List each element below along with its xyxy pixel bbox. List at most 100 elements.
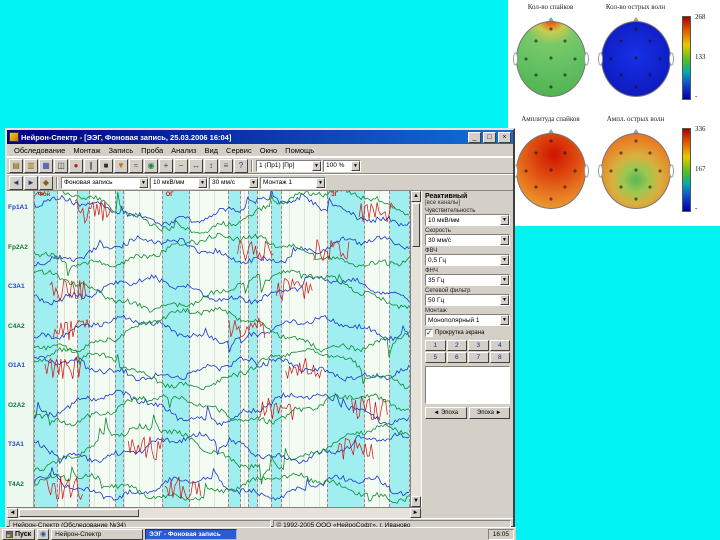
start-button[interactable]: Пуск — [2, 528, 36, 540]
channel-button-7[interactable]: 7 — [468, 352, 489, 363]
zoom-combo[interactable]: 100 % ▼ — [323, 159, 361, 172]
fit-height-icon[interactable]: ↕ — [204, 158, 218, 173]
channel-label[interactable]: Fp1A1 — [8, 204, 28, 211]
speed-combo[interactable]: 30 мм/с ▼ — [209, 176, 259, 189]
zoom-in-icon[interactable]: + — [159, 158, 173, 173]
ruler-icon[interactable]: ◆ — [39, 175, 53, 190]
panel-header: Реактивный — [425, 193, 468, 200]
fit-width-icon[interactable]: ↔ — [189, 158, 203, 173]
probe-combo[interactable]: Фоновая запись ▼ — [61, 176, 149, 189]
channel-button-8[interactable]: 8 — [489, 352, 510, 363]
taskbar-task-eeg-record[interactable]: ЭЭГ - Фоновая запись — [145, 528, 238, 540]
quick-launch-icon[interactable]: ◉ — [37, 528, 50, 540]
eeg-trace-plot[interactable]: Фон ОГ ЗГ — [34, 191, 410, 507]
vertical-scroll-thumb[interactable] — [412, 203, 420, 247]
scroll-right-icon[interactable]: ► — [410, 508, 421, 518]
electrode-dot — [534, 73, 538, 77]
sensitivity-select[interactable]: 10 мкВ/мм ▼ — [425, 214, 510, 226]
vertical-scrollbar[interactable]: ▲ ▼ — [410, 191, 421, 507]
chevron-down-icon[interactable]: ▼ — [139, 177, 148, 188]
menu-service[interactable]: Сервис — [222, 146, 256, 155]
menu-record[interactable]: Запись — [105, 146, 138, 155]
chevron-down-icon[interactable]: ▼ — [312, 160, 321, 171]
chevron-down-icon[interactable]: ▼ — [249, 177, 258, 188]
channel-label[interactable]: O2A2 — [8, 402, 25, 409]
channel-button-1[interactable]: 1 — [425, 340, 446, 351]
spectrum-icon[interactable]: ≈ — [129, 158, 143, 173]
channel-button-4[interactable]: 4 — [489, 340, 510, 351]
chevron-down-icon[interactable]: ▼ — [316, 177, 325, 188]
stop-icon[interactable]: ■ — [99, 158, 113, 173]
scroll-down-icon[interactable]: ▼ — [411, 496, 421, 507]
scroll-track — [411, 248, 421, 496]
epoch-marker[interactable]: ЗГ — [331, 192, 338, 198]
horizontal-scroll-thumb[interactable] — [19, 509, 139, 517]
menu-help[interactable]: Помощь — [281, 146, 318, 155]
channel-button-5[interactable]: 5 — [425, 352, 446, 363]
menu-examination[interactable]: Обследование — [10, 146, 69, 155]
topo-map-title: Ампл. острых волн — [606, 115, 665, 123]
marker-icon[interactable]: ▼ — [114, 158, 128, 173]
channel-label[interactable]: Fp2A2 — [8, 244, 28, 251]
new-exam-icon[interactable]: ▤ — [9, 158, 23, 173]
minimize-button[interactable]: _ — [468, 131, 481, 143]
scroll-screen-checkbox[interactable]: ✓ — [425, 329, 433, 337]
grid-icon[interactable]: ≡ — [219, 158, 233, 173]
chevron-down-icon[interactable]: ▼ — [500, 235, 509, 245]
sensitivity-combo[interactable]: 10 мкВ/мм ▼ — [150, 176, 208, 189]
zoom-out-icon[interactable]: − — [174, 158, 188, 173]
prev-epoch-button[interactable]: ◄ Эпоха — [425, 407, 467, 419]
montage-select[interactable]: Монополярный 1 ▼ — [425, 314, 510, 326]
menu-window[interactable]: Окно — [256, 146, 281, 155]
channel-label[interactable]: C4A2 — [8, 323, 25, 330]
pause-icon[interactable]: ∥ — [84, 158, 98, 173]
lpf-select[interactable]: 35 Гц ▼ — [425, 274, 510, 286]
chevron-down-icon[interactable]: ▼ — [500, 315, 509, 325]
horizontal-scrollbar[interactable]: ◄ ► — [7, 507, 421, 518]
channel-label[interactable]: O1A1 — [8, 362, 25, 369]
maximize-button[interactable]: □ — [483, 131, 496, 143]
menu-view[interactable]: Вид — [200, 146, 222, 155]
channel-label[interactable]: C3A1 — [8, 283, 25, 290]
next-epoch-button[interactable]: Эпоха ► — [468, 407, 510, 419]
chevron-down-icon[interactable]: ▼ — [500, 295, 509, 305]
brain-map-icon[interactable]: ◉ — [144, 158, 158, 173]
chevron-down-icon[interactable]: ▼ — [500, 255, 509, 265]
speed-select[interactable]: 30 мм/с ▼ — [425, 234, 510, 246]
chevron-down-icon[interactable]: ▼ — [500, 275, 509, 285]
epoch-marker[interactable]: Фон — [38, 192, 50, 198]
scroll-up-icon[interactable]: ▲ — [411, 191, 421, 202]
channel-button-2[interactable]: 2 — [446, 340, 467, 351]
next-page-icon[interactable]: ► — [24, 175, 38, 190]
menu-analysis[interactable]: Анализ — [167, 146, 200, 155]
menu-montage[interactable]: Монтаж — [69, 146, 104, 155]
chevron-down-icon[interactable]: ▼ — [351, 160, 360, 171]
electrode-dot — [534, 151, 538, 155]
channel-button-6[interactable]: 6 — [446, 352, 467, 363]
help-icon[interactable]: ? — [234, 158, 248, 173]
taskbar-task-neuron-spectrum[interactable]: Нейрон-Спектр — [51, 528, 144, 540]
prev-page-icon[interactable]: ◄ — [9, 175, 23, 190]
window-titlebar[interactable]: Нейрон-Спектр - [ЭЭГ, Фоновая запись, 25… — [7, 130, 513, 144]
record-icon[interactable]: ● — [69, 158, 83, 173]
save-icon[interactable]: ▦ — [39, 158, 53, 173]
menu-probe[interactable]: Проба — [137, 146, 167, 155]
electrode-dot — [609, 169, 613, 173]
channel-button-3[interactable]: 3 — [468, 340, 489, 351]
page-combo[interactable]: 1 (Пр1) [Пр] ▼ — [256, 159, 322, 172]
channel-label[interactable]: T3A1 — [8, 441, 24, 448]
scroll-left-icon[interactable]: ◄ — [7, 508, 18, 518]
montage-combo[interactable]: Монтаж 1 ▼ — [260, 176, 326, 189]
hpf-select[interactable]: 0,5 Гц ▼ — [425, 254, 510, 266]
electrode-dot — [563, 39, 567, 43]
print-icon[interactable]: ◫ — [54, 158, 68, 173]
notch-select[interactable]: 50 Гц ▼ — [425, 294, 510, 306]
fragments-listbox[interactable] — [425, 366, 510, 404]
electrode-dot — [549, 85, 552, 89]
open-icon[interactable]: ▥ — [24, 158, 38, 173]
channel-label[interactable]: T4A2 — [8, 481, 24, 488]
chevron-down-icon[interactable]: ▼ — [500, 215, 509, 225]
chevron-down-icon[interactable]: ▼ — [198, 177, 207, 188]
close-button[interactable]: × — [498, 131, 511, 143]
epoch-marker[interactable]: ОГ — [166, 192, 174, 198]
